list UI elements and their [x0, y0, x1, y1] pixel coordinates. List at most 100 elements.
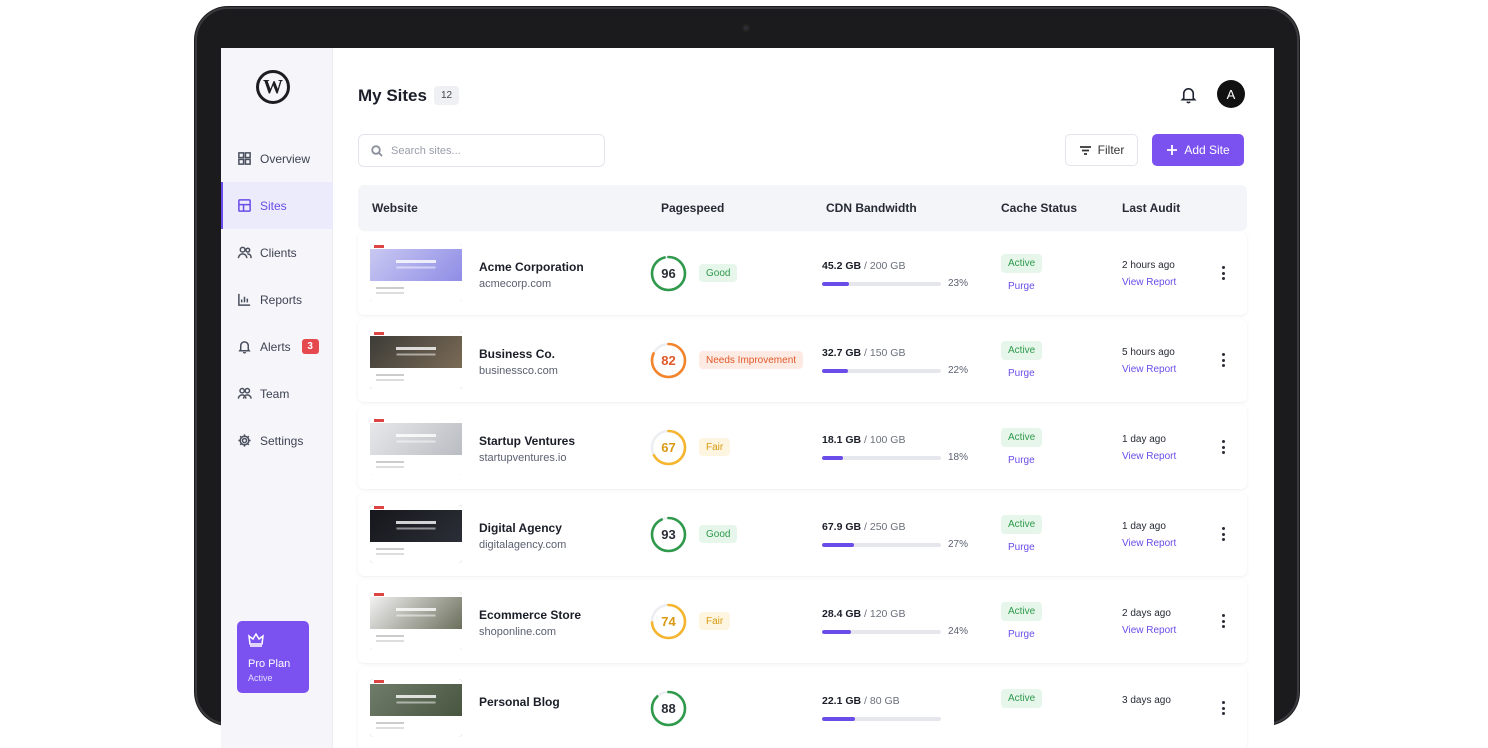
column-header-website[interactable]: Website — [372, 201, 418, 215]
more-options-icon[interactable] — [1216, 438, 1230, 456]
bandwidth-progress-bar — [822, 543, 941, 547]
purge-cache-link[interactable]: Purge — [1008, 281, 1035, 292]
bandwidth-usage: 32.7 GB / 150 GB — [822, 347, 905, 359]
sidebar-item-label: Team — [260, 386, 290, 401]
grid-icon — [236, 151, 252, 167]
user-avatar[interactable]: A — [1217, 80, 1245, 108]
sidebar-item-overview[interactable]: Overview — [221, 135, 333, 182]
bandwidth-usage: 67.9 GB / 250 GB — [822, 521, 905, 533]
filter-button-label: Filter — [1097, 143, 1125, 157]
column-header-pagespeed[interactable]: Pagespeed — [661, 201, 724, 215]
site-thumbnail[interactable] — [370, 331, 462, 389]
column-header-cdn-bandwidth[interactable]: CDN Bandwidth — [826, 201, 917, 215]
table-row[interactable]: Business Co. businessco.com 82 Needs Improv… — [358, 319, 1247, 402]
cache-status-badge: Active — [1001, 689, 1043, 708]
page-title: My Sites — [358, 86, 427, 105]
gear-icon — [236, 433, 252, 449]
purge-cache-link[interactable]: Purge — [1008, 542, 1035, 553]
pagespeed-rating-badge: Fair — [699, 438, 731, 456]
search-icon — [371, 144, 383, 157]
site-thumbnail[interactable] — [370, 679, 462, 737]
camera-dot — [742, 24, 750, 32]
more-options-icon[interactable] — [1216, 699, 1230, 717]
purge-cache-link[interactable]: Purge — [1008, 368, 1035, 379]
laptop-frame: W Overview Sites Clients Reports Alerts 3 Team… — [194, 6, 1300, 748]
thumbnail-hero — [370, 249, 462, 281]
table-row[interactable]: Personal Blog 88 22.1 GB / 80 GB Active 3 da… — [358, 667, 1247, 748]
view-report-link[interactable]: View Report — [1122, 277, 1176, 288]
users-icon — [236, 245, 252, 261]
site-thumbnail[interactable] — [370, 592, 462, 650]
filter-icon — [1079, 145, 1091, 155]
more-options-icon[interactable] — [1216, 351, 1230, 369]
column-header-cache-status[interactable]: Cache Status — [1001, 201, 1077, 215]
purge-cache-link[interactable]: Purge — [1008, 629, 1035, 640]
search-box[interactable] — [358, 134, 605, 167]
site-url: startupventures.io — [479, 452, 567, 464]
bandwidth-percent: 22% — [948, 365, 969, 376]
last-audit-time: 2 days ago — [1122, 608, 1171, 619]
site-name[interactable]: Ecommerce Store — [479, 608, 581, 622]
site-thumbnail[interactable] — [370, 244, 462, 302]
cache-status-badge: Active — [1001, 515, 1043, 534]
site-name[interactable]: Digital Agency — [479, 521, 562, 535]
sidebar-item-team[interactable]: Team — [221, 370, 333, 417]
view-report-link[interactable]: View Report — [1122, 364, 1176, 375]
table-row[interactable]: Startup Ventures startupventures.io 67 Fair… — [358, 406, 1247, 489]
bell-icon — [236, 339, 252, 355]
site-name[interactable]: Startup Ventures — [479, 434, 575, 448]
sidebar-item-clients[interactable]: Clients — [221, 229, 333, 276]
bandwidth-used: 45.2 GB — [822, 260, 862, 272]
bandwidth-used: 18.1 GB — [822, 434, 862, 446]
site-thumbnail[interactable] — [370, 418, 462, 476]
sidebar-item-sites[interactable]: Sites — [221, 182, 333, 229]
bandwidth-total: / 150 GB — [861, 347, 906, 359]
bandwidth-total: / 250 GB — [861, 521, 906, 533]
pagespeed-score-ring: 96 — [649, 254, 688, 293]
notifications-bell-icon[interactable] — [1179, 85, 1199, 105]
pagespeed-score: 96 — [661, 266, 676, 281]
table-row[interactable]: Digital Agency digitalagency.com 93 Good 67.… — [358, 493, 1247, 576]
more-options-icon[interactable] — [1216, 612, 1230, 630]
sidebar-item-alerts[interactable]: Alerts 3 — [221, 323, 333, 370]
site-name[interactable]: Acme Corporation — [479, 260, 584, 274]
site-name[interactable]: Business Co. — [479, 347, 555, 361]
bandwidth-used: 22.1 GB — [822, 695, 862, 707]
pagespeed-rating-badge: Good — [699, 525, 738, 543]
add-site-button[interactable]: Add Site — [1152, 134, 1244, 166]
wordpress-logo-icon[interactable]: W — [256, 70, 290, 104]
bandwidth-usage: 22.1 GB / 80 GB — [822, 695, 900, 707]
more-options-icon[interactable] — [1216, 264, 1230, 282]
pro-plan-card[interactable]: Pro Plan Active — [237, 621, 309, 693]
site-name[interactable]: Personal Blog — [479, 695, 560, 709]
bandwidth-usage: 45.2 GB / 200 GB — [822, 260, 905, 272]
bandwidth-total: / 100 GB — [861, 434, 906, 446]
bandwidth-percent: 27% — [948, 539, 969, 550]
alerts-count-badge: 3 — [301, 339, 319, 354]
filter-button[interactable]: Filter — [1065, 134, 1138, 166]
site-url: businessco.com — [479, 365, 558, 377]
view-report-link[interactable]: View Report — [1122, 451, 1176, 462]
thumbnail-hero — [370, 336, 462, 368]
thumbnail-footer — [370, 629, 462, 650]
last-audit-time: 2 hours ago — [1122, 260, 1175, 271]
bandwidth-progress-bar — [822, 282, 941, 286]
more-options-icon[interactable] — [1216, 525, 1230, 543]
site-url: digitalagency.com — [479, 539, 567, 551]
view-report-link[interactable]: View Report — [1122, 538, 1176, 549]
search-input[interactable] — [391, 144, 591, 157]
table-row[interactable]: Acme Corporation acmecorp.com 96 Good 45.2 G… — [358, 232, 1247, 315]
pagespeed-score: 88 — [661, 701, 676, 716]
sidebar-item-settings[interactable]: Settings — [221, 417, 333, 464]
pagespeed-score-ring: 82 — [649, 341, 688, 380]
purge-cache-link[interactable]: Purge — [1008, 455, 1035, 466]
pagespeed-score-ring: 74 — [649, 602, 688, 641]
site-thumbnail[interactable] — [370, 505, 462, 563]
column-header-last-audit[interactable]: Last Audit — [1122, 201, 1180, 215]
thumbnail-footer — [370, 455, 462, 476]
table-row[interactable]: Ecommerce Store shoponline.com 74 Fair 28.4 … — [358, 580, 1247, 663]
sidebar-item-reports[interactable]: Reports — [221, 276, 333, 323]
site-url: acmecorp.com — [479, 278, 552, 290]
view-report-link[interactable]: View Report — [1122, 625, 1176, 636]
sidebar-item-label: Overview — [260, 151, 311, 166]
